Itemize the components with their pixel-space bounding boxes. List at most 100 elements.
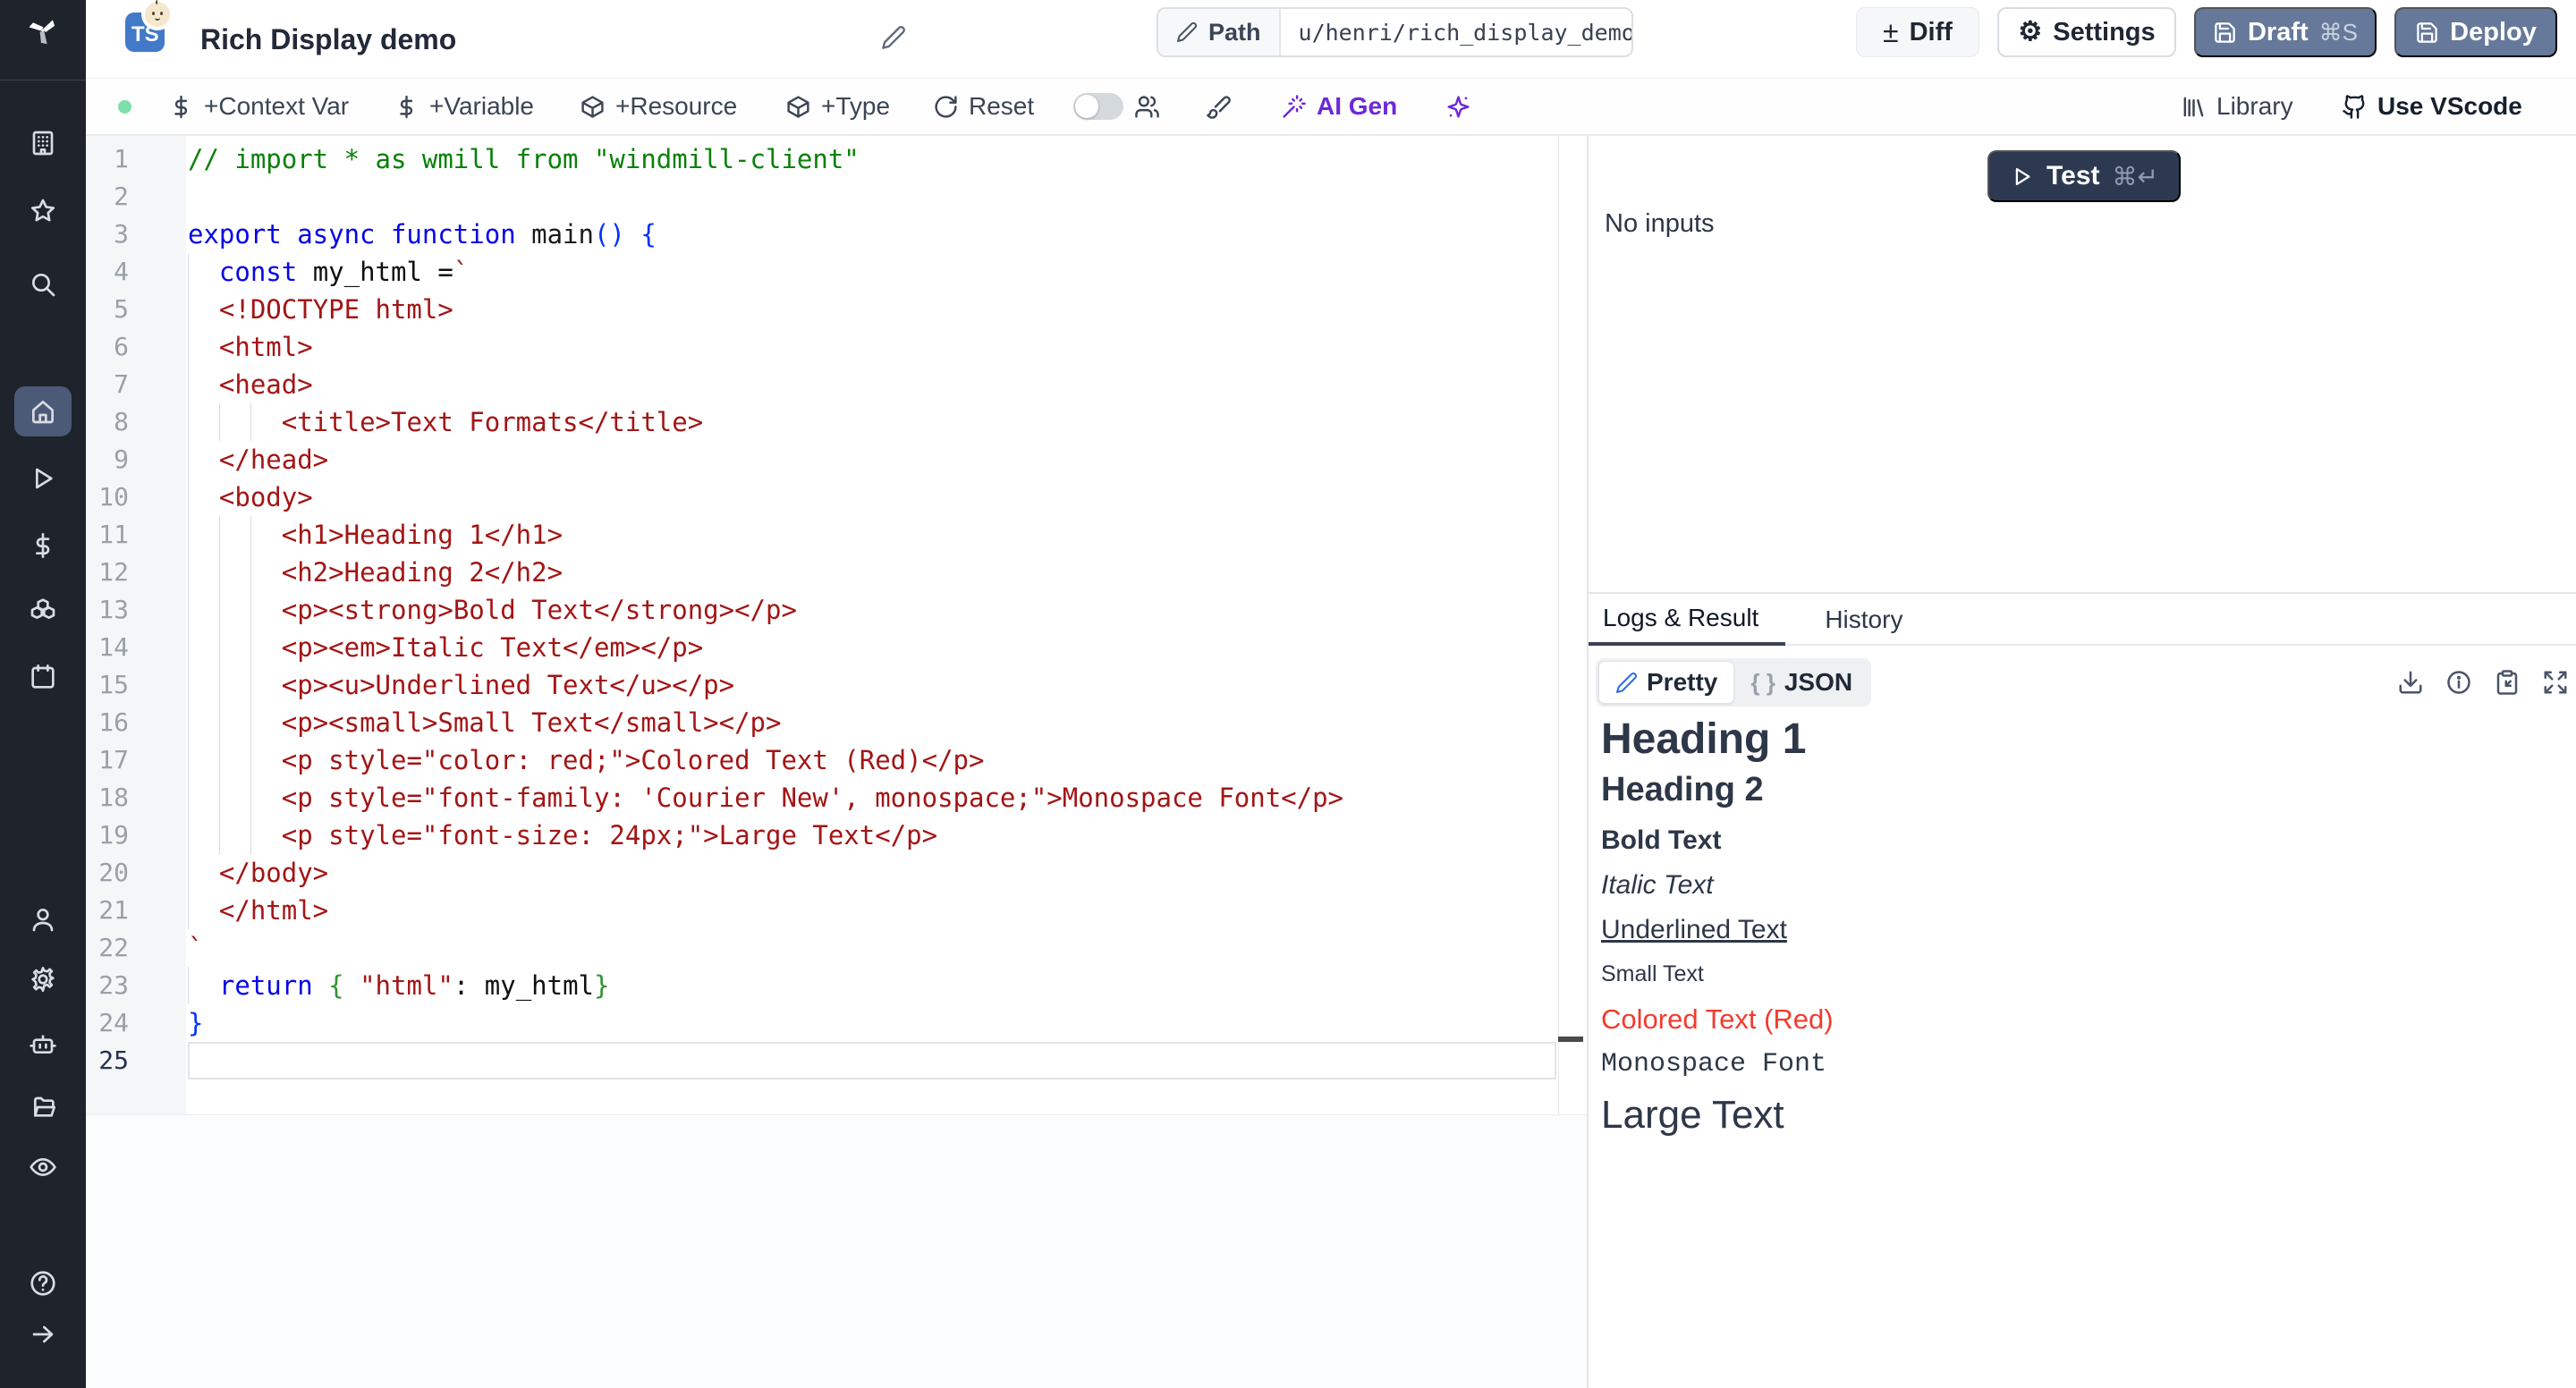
code-text[interactable]: <h2>Heading 2</h2> <box>186 554 563 591</box>
sidebar-item-play-icon[interactable] <box>0 464 86 493</box>
code-line[interactable]: 3export async function main() { <box>86 216 1587 253</box>
code-text[interactable]: <body> <box>186 478 313 516</box>
sidebar-item-bot-icon[interactable] <box>0 1030 86 1059</box>
sidebar-item-help-icon[interactable] <box>0 1269 86 1298</box>
code-text[interactable]: </body> <box>186 854 328 892</box>
expand-icon[interactable] <box>2542 669 2569 696</box>
test-button[interactable]: Test ⌘↵ <box>1987 150 2181 202</box>
code-text[interactable]: <p><small>Small Text</small></p> <box>186 704 781 741</box>
code-line[interactable]: 14 <p><em>Italic Text</em></p> <box>86 629 1587 666</box>
code-line[interactable]: 6 <html> <box>86 328 1587 366</box>
reset-button[interactable]: Reset <box>933 79 1034 134</box>
save-draft-button[interactable]: Draft ⌘S <box>2194 7 2377 57</box>
code-line[interactable]: 16 <p><small>Small Text</small></p> <box>86 704 1587 741</box>
sidebar-item-search-icon[interactable] <box>0 270 86 299</box>
code-text[interactable]: </html> <box>186 892 328 929</box>
code-line[interactable]: 9 </head> <box>86 441 1587 478</box>
code-text[interactable] <box>186 178 188 216</box>
settings-button[interactable]: ⚙ Settings <box>1997 7 2176 57</box>
users-icon-button[interactable] <box>1134 79 1160 134</box>
copy-clipboard-icon[interactable] <box>2494 669 2521 696</box>
path-value[interactable]: u/henri/rich_display_demo <box>1281 9 1631 55</box>
code-line[interactable]: 15 <p><u>Underlined Text</u></p> <box>86 666 1587 704</box>
format-brush-button[interactable] <box>1206 79 1232 134</box>
code-line[interactable]: 19 <p style="font-size: 24px;">Large Tex… <box>86 817 1587 854</box>
code-text[interactable]: ` <box>186 929 203 967</box>
line-number: 12 <box>86 554 186 591</box>
code-text[interactable]: <p style="font-family: 'Courier New', mo… <box>186 779 1343 817</box>
code-text[interactable]: <p style="color: red;">Colored Text (Red… <box>186 741 984 779</box>
code-text[interactable]: <!DOCTYPE html> <box>186 291 453 328</box>
code-text[interactable]: <p style="font-size: 24px;">Large Text</… <box>186 817 937 854</box>
code-line[interactable]: 22` <box>86 929 1587 967</box>
code-text[interactable]: <head> <box>186 366 313 403</box>
panel-resize-divider[interactable] <box>1587 136 1589 1388</box>
code-line[interactable]: 5 <!DOCTYPE html> <box>86 291 1587 328</box>
info-icon[interactable] <box>2445 669 2472 696</box>
sparkles-button[interactable] <box>1445 79 1471 134</box>
code-text[interactable]: const my_html =` <box>186 253 469 291</box>
sidebar-item-gear-icon[interactable] <box>0 965 86 994</box>
windmill-logo-icon[interactable] <box>0 16 86 45</box>
sidebar-item-star-icon[interactable] <box>0 197 86 225</box>
code-line[interactable]: 21 </html> <box>86 892 1587 929</box>
code-text[interactable]: <p><strong>Bold Text</strong></p> <box>186 591 797 629</box>
code-text[interactable]: <title>Text Formats</title> <box>186 403 703 441</box>
sidebar-item-boxes-icon[interactable] <box>0 597 86 626</box>
code-line[interactable]: 1// import * as wmill from "windmill-cli… <box>86 140 1587 178</box>
code-line[interactable]: 13 <p><strong>Bold Text</strong></p> <box>86 591 1587 629</box>
code-line[interactable]: 20 </body> <box>86 854 1587 892</box>
path-field[interactable]: Path u/henri/rich_display_demo <box>1157 7 1633 57</box>
code-text[interactable]: </head> <box>186 441 328 478</box>
code-text[interactable] <box>186 1042 188 1079</box>
sidebar-item-home-icon[interactable] <box>14 386 72 436</box>
code-line[interactable]: 7 <head> <box>86 366 1587 403</box>
use-vscode-button[interactable]: Use VScode <box>2342 79 2522 134</box>
code-text[interactable]: export async function main() { <box>186 216 657 253</box>
code-line[interactable]: 10 <body> <box>86 478 1587 516</box>
tab-logs-result[interactable]: Logs & Result <box>1589 594 1785 646</box>
sidebar-item-building-icon[interactable] <box>0 129 86 157</box>
deploy-button[interactable]: Deploy <box>2394 7 2557 57</box>
code-text[interactable]: <html> <box>186 328 313 366</box>
code-line[interactable]: 2 <box>86 178 1587 216</box>
sidebar-item-calendar-icon[interactable] <box>0 663 86 691</box>
code-line[interactable]: 4 const my_html =` <box>86 253 1587 291</box>
multiplayer-toggle[interactable] <box>1073 79 1123 134</box>
add-type-button[interactable]: +Type <box>785 79 890 134</box>
code-text[interactable]: } <box>186 1004 203 1042</box>
json-view-button[interactable]: { } JSON <box>1734 662 1868 703</box>
code-text[interactable]: return { "html": my_html} <box>186 967 609 1004</box>
code-text[interactable]: // import * as wmill from "windmill-clie… <box>186 140 860 178</box>
line-number: 23 <box>86 967 186 1004</box>
tab-history[interactable]: History <box>1785 594 1929 646</box>
code-editor[interactable]: 1// import * as wmill from "windmill-cli… <box>86 136 1587 1388</box>
code-line[interactable]: 17 <p style="color: red;">Colored Text (… <box>86 741 1587 779</box>
sidebar-item-user-icon[interactable] <box>0 905 86 934</box>
code-line[interactable]: 23 return { "html": my_html} <box>86 967 1587 1004</box>
sidebar-item-arrow-right-icon[interactable] <box>0 1320 86 1349</box>
edit-title-pencil-icon[interactable] <box>881 25 906 50</box>
pretty-view-button[interactable]: Pretty <box>1598 661 1734 704</box>
sidebar-item-eye-icon[interactable] <box>0 1153 86 1181</box>
add-context-var-button[interactable]: +Context Var <box>168 79 349 134</box>
add-variable-button[interactable]: +Variable <box>394 79 534 134</box>
code-text[interactable]: <h1>Heading 1</h1> <box>186 516 563 554</box>
sidebar-item-folder-open-icon[interactable] <box>0 1093 86 1121</box>
code-line[interactable]: 18 <p style="font-family: 'Courier New',… <box>86 779 1587 817</box>
library-button[interactable]: Library <box>2181 79 2293 134</box>
code-line[interactable]: 24} <box>86 1004 1587 1042</box>
diff-button[interactable]: ± Diff <box>1856 7 1979 57</box>
code-text[interactable]: <p><u>Underlined Text</u></p> <box>186 666 734 704</box>
code-text[interactable]: <p><em>Italic Text</em></p> <box>186 629 703 666</box>
add-resource-button[interactable]: +Resource <box>580 79 737 134</box>
sidebar-item-dollar-icon[interactable] <box>0 531 86 560</box>
download-result-icon[interactable] <box>2397 669 2424 696</box>
code-line[interactable]: 11 <h1>Heading 1</h1> <box>86 516 1587 554</box>
code-line[interactable]: 25 <box>86 1042 1587 1079</box>
code-line[interactable]: 8 <title>Text Formats</title> <box>86 403 1587 441</box>
ai-gen-button[interactable]: AI Gen <box>1281 79 1397 134</box>
code-line[interactable]: 12 <h2>Heading 2</h2> <box>86 554 1587 591</box>
toggle-switch[interactable] <box>1073 93 1123 120</box>
braces-icon: { } <box>1750 669 1775 697</box>
